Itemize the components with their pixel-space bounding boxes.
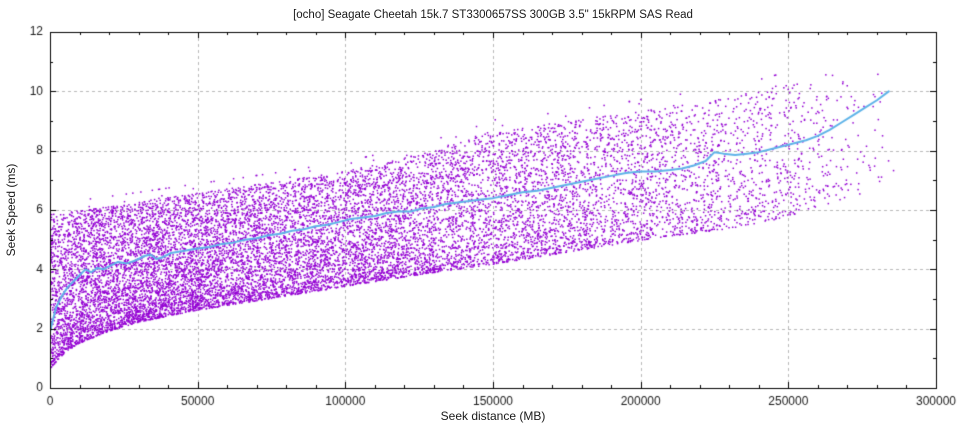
plot-canvas — [0, 0, 960, 432]
x-axis-label: Seek distance (MB) — [50, 409, 936, 423]
y-axis-label: Seek Speed (ms) — [3, 110, 19, 310]
seek-benchmark-chart: [ocho] Seagate Cheetah 15k.7 ST3300657SS… — [0, 0, 960, 432]
chart-title: [ocho] Seagate Cheetah 15k.7 ST3300657SS… — [50, 8, 936, 22]
